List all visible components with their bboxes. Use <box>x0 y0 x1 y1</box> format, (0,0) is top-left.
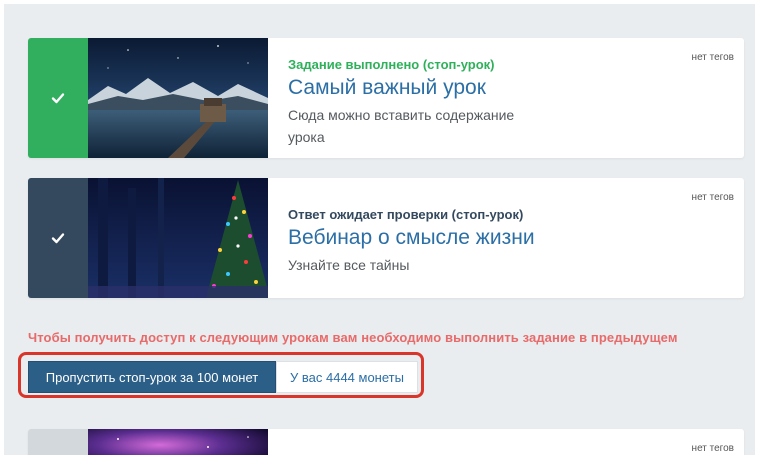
status-strip-locked <box>28 429 88 455</box>
lesson-thumbnail[interactable] <box>88 178 268 298</box>
lesson-tags: нет тегов <box>691 192 734 203</box>
lesson-tags: нет тегов <box>691 443 734 454</box>
lesson-title[interactable]: Самый важный урок <box>288 74 664 102</box>
access-warning: Чтобы получить доступ к следующим урокам… <box>28 330 678 345</box>
check-icon <box>51 93 65 104</box>
check-icon <box>51 233 65 244</box>
lessons-panel: Задание выполнено (стоп-урок) Самый важн… <box>4 4 755 455</box>
status-strip-completed <box>28 38 88 158</box>
lesson-description: Узнайте все тайны <box>288 257 410 273</box>
lesson-tags: нет тегов <box>691 52 734 63</box>
skip-stop-lesson-button[interactable]: Пропустить стоп-урок за 100 монет <box>28 361 276 393</box>
lesson-thumbnail[interactable] <box>88 429 268 455</box>
lesson-status: Задание выполнено (стоп-урок) <box>288 57 495 72</box>
lake-mountains-image <box>88 38 268 158</box>
lesson-text: Задание выполнено (стоп-урок) Самый важн… <box>288 58 664 148</box>
lesson-card[interactable]: Ответ ожидает проверки (стоп-урок) Вебин… <box>28 178 744 298</box>
lesson-card[interactable]: Задание выполнено (стоп-урок) Самый важн… <box>28 38 744 158</box>
status-strip-pending <box>28 178 88 298</box>
nebula-image <box>88 429 268 455</box>
lesson-card[interactable]: нет тегов <box>28 429 744 455</box>
lesson-title[interactable]: Вебинар о смысле жизни <box>288 224 664 252</box>
coins-balance: У вас 4444 монеты <box>276 361 418 393</box>
christmas-tree-image <box>88 178 268 298</box>
lesson-status: Ответ ожидает проверки (стоп-урок) <box>288 207 524 222</box>
lesson-thumbnail[interactable] <box>88 38 268 158</box>
lesson-description: Сюда можно вставить содержание урока <box>288 107 515 145</box>
lesson-text: Ответ ожидает проверки (стоп-урок) Вебин… <box>288 208 664 276</box>
